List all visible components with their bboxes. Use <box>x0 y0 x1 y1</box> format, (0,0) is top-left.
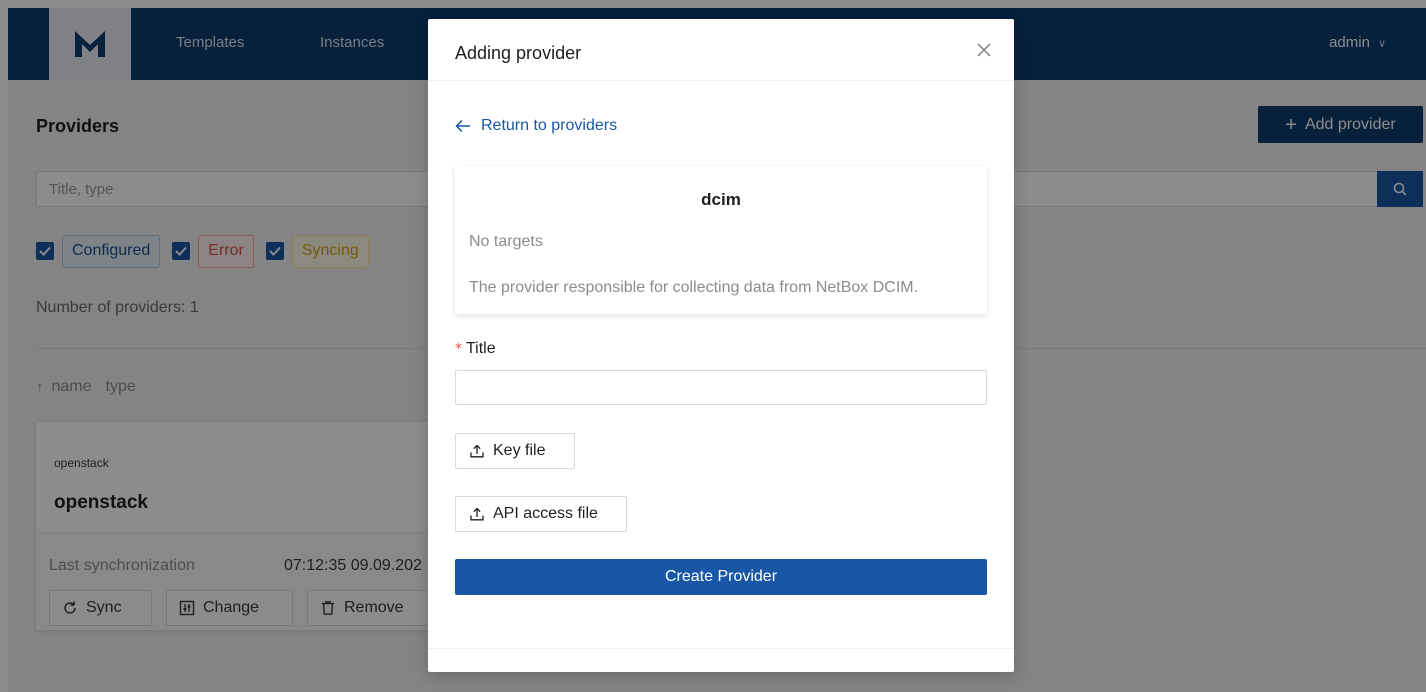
adding-provider-modal: Adding provider Return to providers dcim… <box>428 19 1014 672</box>
selected-provider-name: dcim <box>701 190 741 209</box>
modal-header: Adding provider <box>428 19 1014 81</box>
selected-provider-description: The provider responsible for collecting … <box>469 279 919 296</box>
upload-icon <box>470 507 484 521</box>
api-access-file-label: API access file <box>493 505 598 522</box>
create-provider-button[interactable]: Create Provider <box>455 559 987 595</box>
title-label-text: Title <box>466 340 496 357</box>
key-file-upload-button[interactable]: Key file <box>455 433 575 469</box>
api-access-file-upload-button[interactable]: API access file <box>455 496 627 532</box>
return-to-providers-link[interactable]: Return to providers <box>455 117 617 135</box>
modal-footer-divider <box>428 648 1014 649</box>
close-button[interactable] <box>974 40 994 60</box>
selected-provider-card: dcim No targets The provider responsible… <box>455 166 987 314</box>
arrow-left-icon <box>455 119 470 133</box>
title-input[interactable] <box>455 370 987 405</box>
upload-icon <box>470 444 484 458</box>
required-asterisk: * <box>455 341 462 357</box>
selected-provider-targets: No targets <box>469 233 543 250</box>
modal-title: Adding provider <box>455 43 582 63</box>
return-link-label: Return to providers <box>481 117 618 134</box>
title-field-label: * Title <box>455 340 496 358</box>
key-file-label: Key file <box>493 442 546 459</box>
close-icon <box>977 43 991 57</box>
